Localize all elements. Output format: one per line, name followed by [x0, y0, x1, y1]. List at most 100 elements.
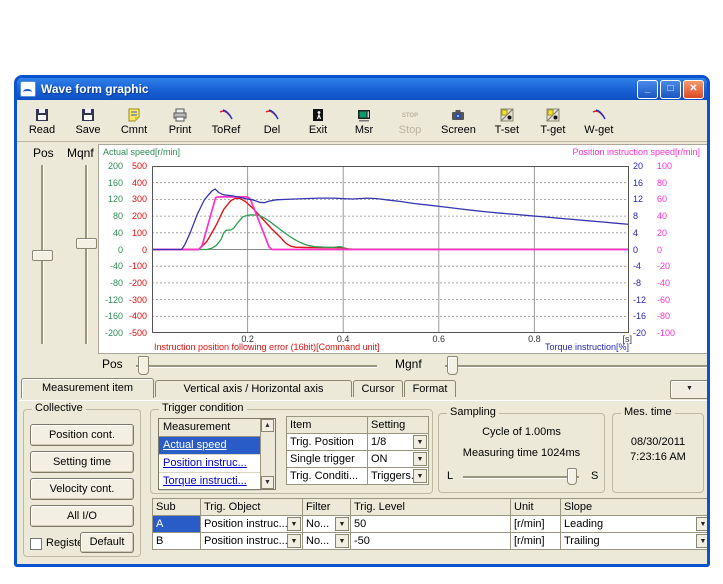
trigger-level-input[interactable]: 50: [350, 515, 511, 533]
chevron-down-icon[interactable]: ▼: [413, 469, 427, 483]
toolbar-button-msr[interactable]: Msr: [349, 106, 379, 136]
maximize-button[interactable]: □: [660, 80, 681, 99]
filter-dropdown[interactable]: No...▼: [302, 515, 351, 533]
axis-tick: 100: [657, 161, 681, 171]
chevron-down-icon[interactable]: ▼: [696, 517, 710, 531]
chevron-down-icon[interactable]: ▼: [413, 452, 427, 466]
monitor-icon: [356, 106, 372, 123]
axis-tick: -120: [101, 295, 123, 305]
axis-tick: -16: [633, 311, 651, 321]
close-button[interactable]: ✕: [683, 80, 704, 99]
axis-tick: -200: [125, 278, 147, 288]
trigger-row-sub-cell[interactable]: A: [152, 515, 201, 533]
unit-cell: [r/min]: [510, 532, 561, 550]
collective-button-setting-time[interactable]: Setting time: [30, 451, 134, 473]
axis-tick: 100: [125, 228, 147, 238]
trigger-get-icon: [545, 106, 561, 123]
mqnf-vertical-slider-track[interactable]: [85, 165, 88, 344]
slope-dropdown[interactable]: Trailing▼: [560, 532, 710, 550]
mgnf-horizontal-slider-thumb[interactable]: [447, 356, 458, 375]
toolbar-button-toref[interactable]: ToRef: [211, 106, 241, 136]
settings-col-header: Item: [286, 416, 368, 434]
chevron-down-icon[interactable]: ▼: [696, 534, 710, 548]
chevron-down-icon[interactable]: ▼: [287, 517, 301, 531]
axis-tick: 120: [101, 194, 123, 204]
toolbar-button-del[interactable]: Del: [257, 106, 287, 136]
sampling-slider-track[interactable]: [463, 476, 579, 479]
trigger-condition-group-title: Trigger condition: [159, 402, 247, 414]
chevron-down-icon[interactable]: ▼: [413, 435, 427, 449]
axis-tick: -8: [633, 278, 651, 288]
toolbar-button-exit[interactable]: Exit: [303, 106, 333, 136]
svg-text:STOP: STOP: [402, 113, 418, 119]
trigger-object-dropdown[interactable]: Position instruc...▼: [200, 532, 303, 550]
comment-note-icon: [126, 106, 142, 123]
x-axis-tick: 0.6: [424, 334, 454, 344]
toolbar-button-screen[interactable]: Screen: [441, 106, 476, 136]
filter-dropdown[interactable]: No...▼: [302, 532, 351, 550]
trigger-table-col-header: Filter: [302, 498, 351, 516]
scroll-down-icon[interactable]: ▼: [261, 476, 274, 489]
pos-horizontal-slider-track[interactable]: [136, 365, 377, 368]
setting-value-dropdown[interactable]: ON ▼: [367, 450, 429, 468]
chevron-down-icon[interactable]: ▼: [335, 534, 349, 548]
axis-tick: -160: [101, 311, 123, 321]
mqnf-vertical-label: Mqnf: [67, 146, 94, 160]
toolbar-button-w-get[interactable]: W-get: [584, 106, 614, 136]
setting-item-label: Single trigger: [286, 450, 368, 468]
trigger-object-dropdown[interactable]: Position instruc...▼: [200, 515, 303, 533]
chevron-down-icon[interactable]: ▼: [287, 534, 301, 548]
toolbar-button-t-set[interactable]: T-set: [492, 106, 522, 136]
screenshot-stage: Wave form graphic _ □ ✕ Read Save Cmnt P…: [0, 0, 723, 584]
axis-tick: 40: [101, 228, 123, 238]
measurement-list-item[interactable]: Torque instructi...: [159, 473, 261, 491]
tab-cursor[interactable]: Cursor: [353, 380, 403, 397]
toolbar: Read Save Cmnt Print ToRef Del Exit Msr S…: [17, 100, 707, 142]
sampling-slider-left-label: L: [447, 470, 453, 482]
slope-dropdown[interactable]: Leading▼: [560, 515, 710, 533]
measurement-list-scrollbar[interactable]: ▲ ▼: [260, 419, 275, 489]
tab-strip: Measurement itemVertical axis / Horizont…: [19, 378, 705, 398]
sampling-slider-thumb[interactable]: [567, 468, 577, 485]
pos-vertical-slider-thumb[interactable]: [32, 250, 53, 261]
pos-horizontal-slider-thumb[interactable]: [138, 356, 149, 375]
collective-button-velocity-cont-[interactable]: Velocity cont.: [30, 478, 134, 500]
default-button[interactable]: Default: [80, 532, 134, 553]
trigger-table-col-header: Unit: [510, 498, 561, 516]
tab-vertical-axis-horizontal-axis[interactable]: Vertical axis / Horizontal axis: [155, 380, 352, 397]
trigger-level-input[interactable]: -50: [350, 532, 511, 550]
toolbar-button-cmnt[interactable]: Cmnt: [119, 106, 149, 136]
measurement-list-item[interactable]: Position instruc...: [159, 455, 261, 473]
minimize-button[interactable]: _: [637, 80, 658, 99]
toolbar-button-save[interactable]: Save: [73, 106, 103, 136]
tab-format[interactable]: Format: [404, 380, 456, 397]
stop-icon: STOP: [401, 106, 419, 123]
mqnf-vertical-slider-thumb[interactable]: [76, 238, 97, 249]
collective-button-all-i-o[interactable]: All I/O: [30, 505, 134, 527]
toolbar-button-read[interactable]: Read: [27, 106, 57, 136]
setting-value-dropdown[interactable]: Triggers... ▼: [367, 467, 429, 485]
scroll-up-icon[interactable]: ▲: [261, 419, 274, 432]
collective-button-position-cont-[interactable]: Position cont.: [30, 424, 134, 446]
tab-measurement-item[interactable]: Measurement item: [21, 378, 154, 398]
toolbar-button-t-get[interactable]: T-get: [538, 106, 568, 136]
setting-value-dropdown[interactable]: 1/8 ▼: [367, 433, 429, 451]
wave-curves-icon: [591, 106, 607, 123]
axis-tick: 0: [633, 245, 651, 255]
x-axis-tick: 0.8: [519, 334, 549, 344]
tab-overflow-dropdown-button[interactable]: ▼: [670, 380, 709, 399]
axis-tick: -12: [633, 295, 651, 305]
floppy-read-icon: [34, 106, 50, 123]
measurement-list-item[interactable]: Actual speed: [159, 437, 261, 455]
toolbar-button-print[interactable]: Print: [165, 106, 195, 136]
trigger-table-col-header: Sub: [152, 498, 201, 516]
register-checkbox[interactable]: [30, 538, 42, 550]
axis-tick: -80: [657, 311, 681, 321]
sampling-group: Sampling Cycle of 1.00ms Measuring time …: [438, 413, 605, 493]
mgnf-horizontal-slider-track[interactable]: [445, 365, 707, 368]
chevron-down-icon[interactable]: ▼: [335, 517, 349, 531]
axis-tick: -500: [125, 328, 147, 338]
exit-door-icon: [310, 106, 326, 123]
trigger-row-sub-cell[interactable]: B: [152, 532, 201, 550]
trigger-table-col-header: Trig. Level: [350, 498, 511, 516]
